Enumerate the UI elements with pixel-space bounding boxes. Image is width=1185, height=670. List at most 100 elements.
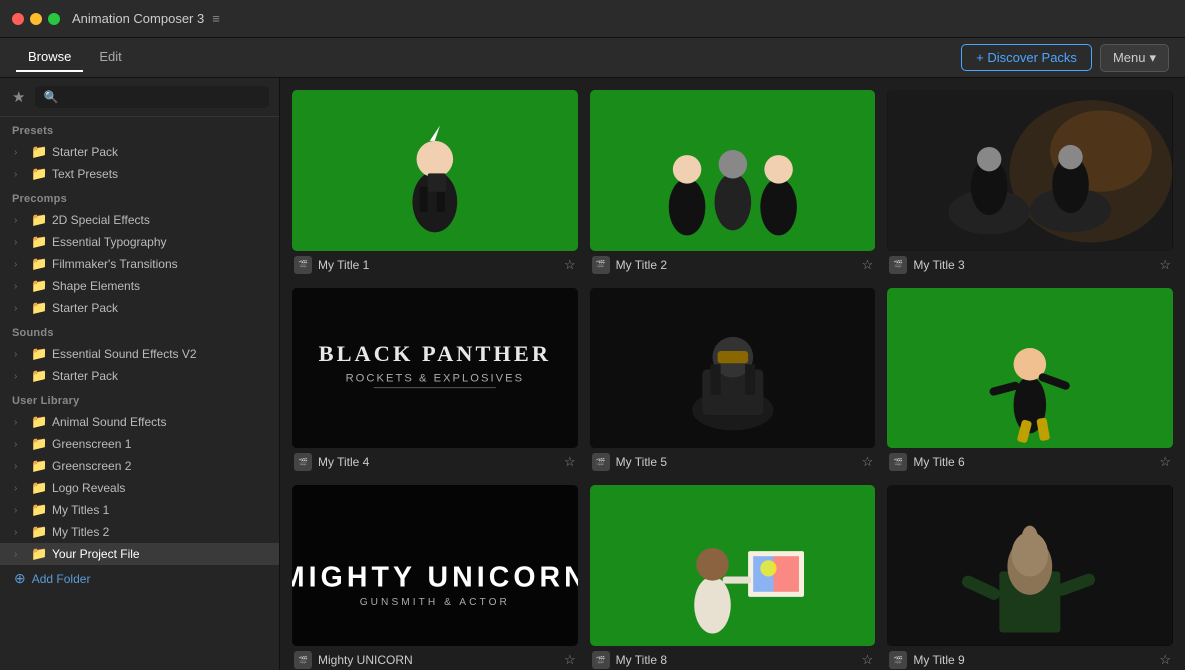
thumbnail-title-2 [590, 90, 876, 251]
item-name: My Title 8 [616, 653, 667, 667]
sidebar-item-greenscreen-1[interactable]: › 📁 Greenscreen 1 [0, 433, 279, 455]
sidebar-item-label: Starter Pack [52, 301, 118, 315]
sidebar-item-label: Logo Reveals [52, 481, 125, 495]
sidebar-item-starter-pack-3[interactable]: › 📁 Starter Pack [0, 365, 279, 387]
sidebar-item-label: Greenscreen 1 [52, 437, 131, 451]
item-star-icon[interactable]: ☆ [862, 454, 874, 470]
sidebar-item-filmmakers[interactable]: › 📁 Filmmaker's Transitions [0, 253, 279, 275]
item-star-icon[interactable]: ☆ [564, 652, 576, 668]
sidebar-item-starter-pack-2[interactable]: › 📁 Starter Pack [0, 297, 279, 319]
item-star-icon[interactable]: ☆ [862, 257, 874, 273]
chevron-right-icon: › [14, 349, 26, 360]
item-star-icon[interactable]: ☆ [564, 454, 576, 470]
grid-item-title-8[interactable]: 🎬 My Title 8 ☆ [590, 485, 876, 670]
sidebar-item-greenscreen-2[interactable]: › 📁 Greenscreen 2 [0, 455, 279, 477]
sidebar-item-logo-reveals[interactable]: › 📁 Logo Reveals [0, 477, 279, 499]
chevron-right-icon: › [14, 169, 26, 180]
grid-item-title-4[interactable]: BLACK PANTHER ROCKETS & EXPLOSIVES 🎬 My … [292, 288, 578, 474]
item-type-icon: 🎬 [592, 256, 610, 274]
folder-icon: 📁 [31, 346, 47, 362]
chevron-right-icon: › [14, 371, 26, 382]
content-area: 🎬 My Title 1 ☆ [280, 78, 1185, 670]
sidebar-item-animal-sound[interactable]: › 📁 Animal Sound Effects [0, 411, 279, 433]
folder-icon: 📁 [31, 458, 47, 474]
sidebar-tree: Presets › 📁 Starter Pack › 📁 Text Preset… [0, 117, 279, 670]
grid-item-title-1[interactable]: 🎬 My Title 1 ☆ [292, 90, 578, 276]
grid-item-mighty-unicorn[interactable]: MIGHTY UNICORN GUNSMITH & ACTOR 🎬 Mighty… [292, 485, 578, 670]
item-footer: 🎬 My Title 4 ☆ [292, 448, 578, 473]
item-footer: 🎬 My Title 1 ☆ [292, 251, 578, 276]
item-star-icon[interactable]: ☆ [1159, 257, 1171, 273]
add-folder-row[interactable]: ⊕ Add Folder [0, 565, 279, 592]
discover-packs-button[interactable]: + Discover Packs [961, 44, 1092, 71]
item-star-icon[interactable]: ☆ [862, 652, 874, 668]
tab-browse[interactable]: Browse [16, 43, 83, 72]
maximize-button[interactable] [48, 13, 60, 25]
sidebar-item-my-titles-1[interactable]: › 📁 My Titles 1 [0, 499, 279, 521]
sidebar-item-2d-special[interactable]: › 📁 2D Special Effects [0, 209, 279, 231]
search-box: 🔍 [35, 86, 269, 108]
thumbnail-title-6 [887, 288, 1173, 449]
thumb-inner [887, 90, 1173, 251]
sidebar-item-label: Shape Elements [52, 279, 140, 293]
item-name: My Title 1 [318, 258, 369, 272]
chevron-right-icon: › [14, 439, 26, 450]
sidebar-item-label: Greenscreen 2 [52, 459, 131, 473]
item-footer-left: 🎬 My Title 2 [592, 256, 667, 274]
sidebar-item-my-titles-2[interactable]: › 📁 My Titles 2 [0, 521, 279, 543]
thumbnail-title-8 [590, 485, 876, 646]
hamburger-icon[interactable]: ≡ [212, 11, 220, 26]
folder-icon: 📁 [31, 414, 47, 430]
thumbnail-mighty-unicorn: MIGHTY UNICORN GUNSMITH & ACTOR [292, 485, 578, 646]
tab-edit[interactable]: Edit [87, 43, 133, 72]
sidebar-item-label: Starter Pack [52, 369, 118, 383]
thumb-inner: MIGHTY UNICORN GUNSMITH & ACTOR [292, 485, 578, 646]
item-star-icon[interactable]: ☆ [1159, 652, 1171, 668]
main-layout: ★ 🔍 Presets › 📁 Starter Pack › 📁 Text Pr… [0, 78, 1185, 670]
item-footer: 🎬 My Title 5 ☆ [590, 448, 876, 473]
minimize-button[interactable] [30, 13, 42, 25]
item-name: My Title 2 [616, 258, 667, 272]
menu-button[interactable]: Menu ▾ [1100, 44, 1169, 72]
item-star-icon[interactable]: ☆ [1159, 454, 1171, 470]
sidebar-item-your-project[interactable]: › 📁 Your Project File [0, 543, 279, 565]
add-folder-label: Add Folder [32, 572, 91, 586]
grid-item-title-5[interactable]: 🎬 My Title 5 ☆ [590, 288, 876, 474]
section-precomps: Precomps [0, 185, 279, 209]
favorites-star-icon[interactable]: ★ [10, 86, 27, 108]
sidebar-item-essential-typography[interactable]: › 📁 Essential Typography [0, 231, 279, 253]
section-sounds: Sounds [0, 319, 279, 343]
grid-item-title-2[interactable]: 🎬 My Title 2 ☆ [590, 90, 876, 276]
item-type-icon: 🎬 [592, 651, 610, 669]
sidebar-item-label: Text Presets [52, 167, 118, 181]
sidebar-item-text-presets[interactable]: › 📁 Text Presets [0, 163, 279, 185]
grid-item-title-6[interactable]: 🎬 My Title 6 ☆ [887, 288, 1173, 474]
close-button[interactable] [12, 13, 24, 25]
item-name: My Title 5 [616, 455, 667, 469]
grid-item-title-3[interactable]: 🎬 My Title 3 ☆ [887, 90, 1173, 276]
chevron-right-icon: › [14, 483, 26, 494]
item-name: Mighty UNICORN [318, 653, 413, 667]
folder-icon: 📁 [31, 368, 47, 384]
sidebar-item-essential-sound[interactable]: › 📁 Essential Sound Effects V2 [0, 343, 279, 365]
folder-purple-icon: 📁 [31, 502, 47, 518]
chevron-right-icon: › [14, 505, 26, 516]
thumb-inner [292, 90, 578, 251]
chevron-right-icon: › [14, 417, 26, 428]
sidebar: ★ 🔍 Presets › 📁 Starter Pack › 📁 Text Pr… [0, 78, 280, 670]
folder-icon: 📁 [31, 234, 47, 250]
search-input[interactable] [64, 90, 261, 104]
chevron-right-icon: › [14, 549, 26, 560]
svg-text:GUNSMITH & ACTOR: GUNSMITH & ACTOR [360, 597, 510, 608]
item-name: My Title 4 [318, 455, 369, 469]
thumb-inner [887, 288, 1173, 449]
item-name: My Title 3 [913, 258, 964, 272]
folder-purple-icon: 📁 [31, 546, 47, 562]
item-footer: 🎬 My Title 8 ☆ [590, 646, 876, 670]
item-star-icon[interactable]: ☆ [564, 257, 576, 273]
thumb-inner [590, 90, 876, 251]
sidebar-item-shape-elements[interactable]: › 📁 Shape Elements [0, 275, 279, 297]
item-type-icon: 🎬 [592, 453, 610, 471]
grid-item-title-9[interactable]: 🎬 My Title 9 ☆ [887, 485, 1173, 670]
sidebar-item-starter-pack-1[interactable]: › 📁 Starter Pack [0, 141, 279, 163]
